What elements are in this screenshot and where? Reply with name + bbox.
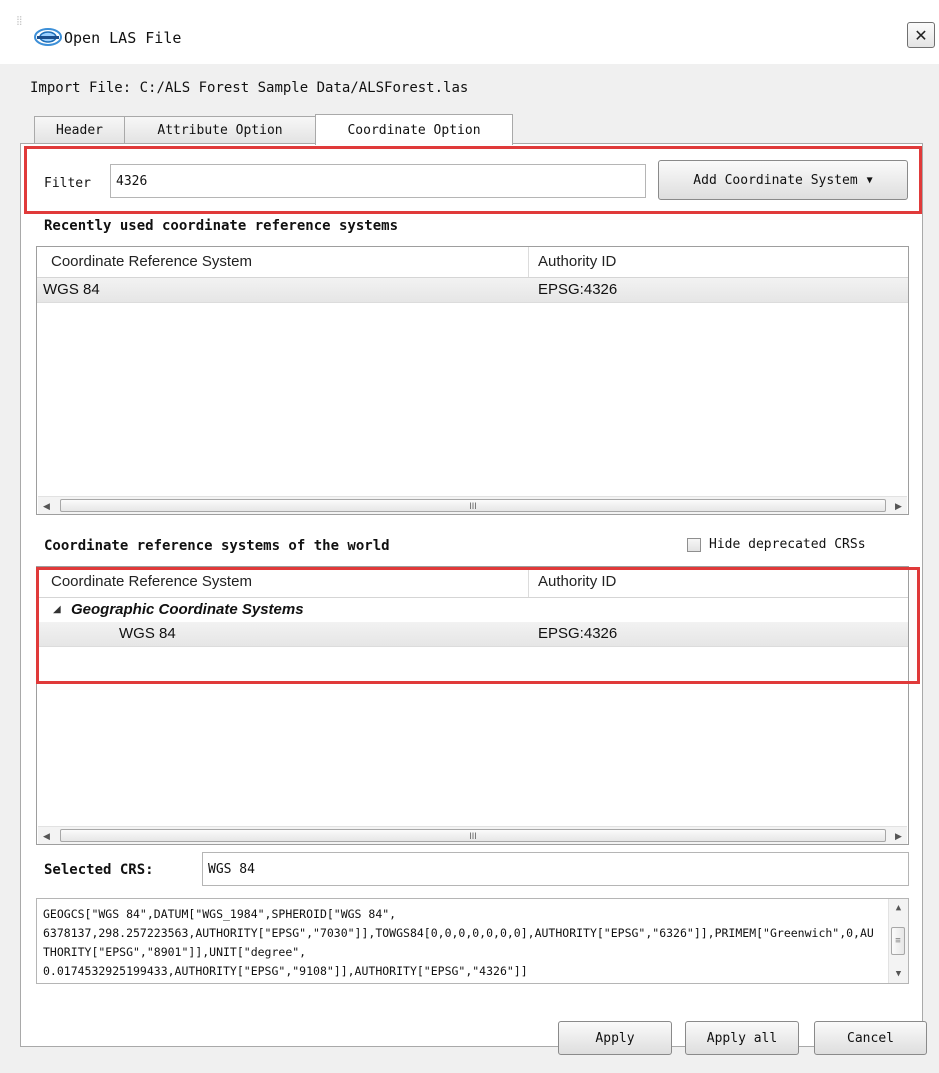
recent-row-authority: EPSG:4326 <box>538 281 618 298</box>
recent-table-header: Coordinate Reference System Authority ID <box>37 247 908 278</box>
world-crs-table: Coordinate Reference System Authority ID… <box>36 566 909 845</box>
selected-crs-value: WGS 84 <box>208 861 255 877</box>
world-horizontal-scrollbar[interactable]: ◀ III ▶ <box>38 826 907 844</box>
column-divider[interactable] <box>528 567 529 597</box>
selected-crs-field[interactable]: WGS 84 <box>202 852 909 886</box>
recent-scroll-thumb[interactable]: III <box>60 499 886 512</box>
world-col-authority[interactable]: Authority ID <box>538 573 616 590</box>
cancel-button-label: Cancel <box>847 1030 894 1046</box>
recent-heading: Recently used coordinate reference syste… <box>44 218 399 234</box>
tab-header-label: Header <box>56 122 103 138</box>
world-row-crs: WGS 84 <box>119 625 176 642</box>
scroll-right-icon[interactable]: ▶ <box>890 497 907 514</box>
world-group-label: Geographic Coordinate Systems <box>71 601 304 618</box>
add-coordinate-system-button[interactable]: Add Coordinate System ▼ <box>658 160 908 200</box>
scroll-thumb-grip-icon: III <box>469 500 477 511</box>
scroll-up-icon[interactable]: ▲ <box>889 899 908 916</box>
apply-all-button[interactable]: Apply all <box>685 1021 799 1055</box>
recent-col-authority[interactable]: Authority ID <box>538 253 616 270</box>
apply-button[interactable]: Apply <box>558 1021 672 1055</box>
grip-icon: ⣿ <box>16 16 23 26</box>
world-table-header: Coordinate Reference System Authority ID <box>37 567 908 598</box>
add-coordinate-system-label: Add Coordinate System <box>693 172 858 188</box>
filter-input-value: 4326 <box>116 173 148 189</box>
world-table-row[interactable]: WGS 84 EPSG:4326 <box>37 622 908 647</box>
close-button[interactable]: ✕ <box>907 22 935 48</box>
apply-all-button-label: Apply all <box>706 1030 778 1046</box>
filter-input[interactable]: 4326 <box>110 164 646 198</box>
cancel-button[interactable]: Cancel <box>814 1021 927 1055</box>
recent-crs-table: Coordinate Reference System Authority ID… <box>36 246 909 515</box>
wkt-text: GEOGCS["WGS 84",DATUM["WGS_1984",SPHEROI… <box>43 907 874 978</box>
close-icon: ✕ <box>914 25 928 45</box>
app-logo-icon <box>34 28 62 46</box>
expand-triangle-icon[interactable]: ◢ <box>53 604 61 615</box>
hide-deprecated-checkbox[interactable] <box>687 538 701 552</box>
world-row-authority: EPSG:4326 <box>538 625 618 642</box>
scroll-right-icon[interactable]: ▶ <box>890 827 907 844</box>
tab-header[interactable]: Header <box>34 116 125 143</box>
window-title: Open LAS File <box>64 29 182 47</box>
world-col-crs[interactable]: Coordinate Reference System <box>51 573 252 590</box>
tab-attribute-option[interactable]: Attribute Option <box>124 116 316 143</box>
open-las-dialog: ⣿ Open LAS File ✕ Import File: C:/ALS Fo… <box>0 0 939 1073</box>
world-heading: Coordinate reference systems of the worl… <box>44 538 390 554</box>
import-file-path: C:/ALS Forest Sample Data/ALSForest.las <box>139 80 469 96</box>
tab-attribute-option-label: Attribute Option <box>157 122 283 138</box>
recent-horizontal-scrollbar[interactable]: ◀ III ▶ <box>38 496 907 514</box>
recent-table-row[interactable]: WGS 84 EPSG:4326 <box>37 278 908 303</box>
import-file-label: Import File: <box>30 80 132 96</box>
chevron-down-icon: ▼ <box>866 174 873 186</box>
filter-label: Filter <box>44 176 91 191</box>
world-scroll-thumb[interactable]: III <box>60 829 886 842</box>
tab-coordinate-option[interactable]: Coordinate Option <box>315 114 513 145</box>
wkt-scroll-thumb[interactable]: ≡ <box>891 927 905 955</box>
import-file-line: Import File: C:/ALS Forest Sample Data/A… <box>30 80 468 96</box>
hide-deprecated-label[interactable]: Hide deprecated CRSs <box>709 537 866 552</box>
recent-col-crs[interactable]: Coordinate Reference System <box>51 253 252 270</box>
tab-coordinate-option-label: Coordinate Option <box>347 122 481 138</box>
wkt-textarea[interactable]: GEOGCS["WGS 84",DATUM["WGS_1984",SPHEROI… <box>36 898 909 984</box>
scroll-thumb-grip-icon: III <box>469 830 477 841</box>
scroll-down-icon[interactable]: ▼ <box>889 965 908 982</box>
selected-crs-label: Selected CRS: <box>44 862 154 878</box>
scroll-left-icon[interactable]: ◀ <box>38 497 55 514</box>
scroll-left-icon[interactable]: ◀ <box>38 827 55 844</box>
wkt-vertical-scrollbar[interactable]: ▲ ≡ ▼ <box>888 899 908 983</box>
scroll-thumb-grip-icon: ≡ <box>895 936 901 946</box>
world-group-row[interactable]: ◢ Geographic Coordinate Systems <box>37 598 908 622</box>
apply-button-label: Apply <box>595 1030 635 1046</box>
title-bar: ⣿ Open LAS File ✕ <box>0 0 939 64</box>
recent-row-crs: WGS 84 <box>43 281 100 298</box>
column-divider[interactable] <box>528 247 529 277</box>
